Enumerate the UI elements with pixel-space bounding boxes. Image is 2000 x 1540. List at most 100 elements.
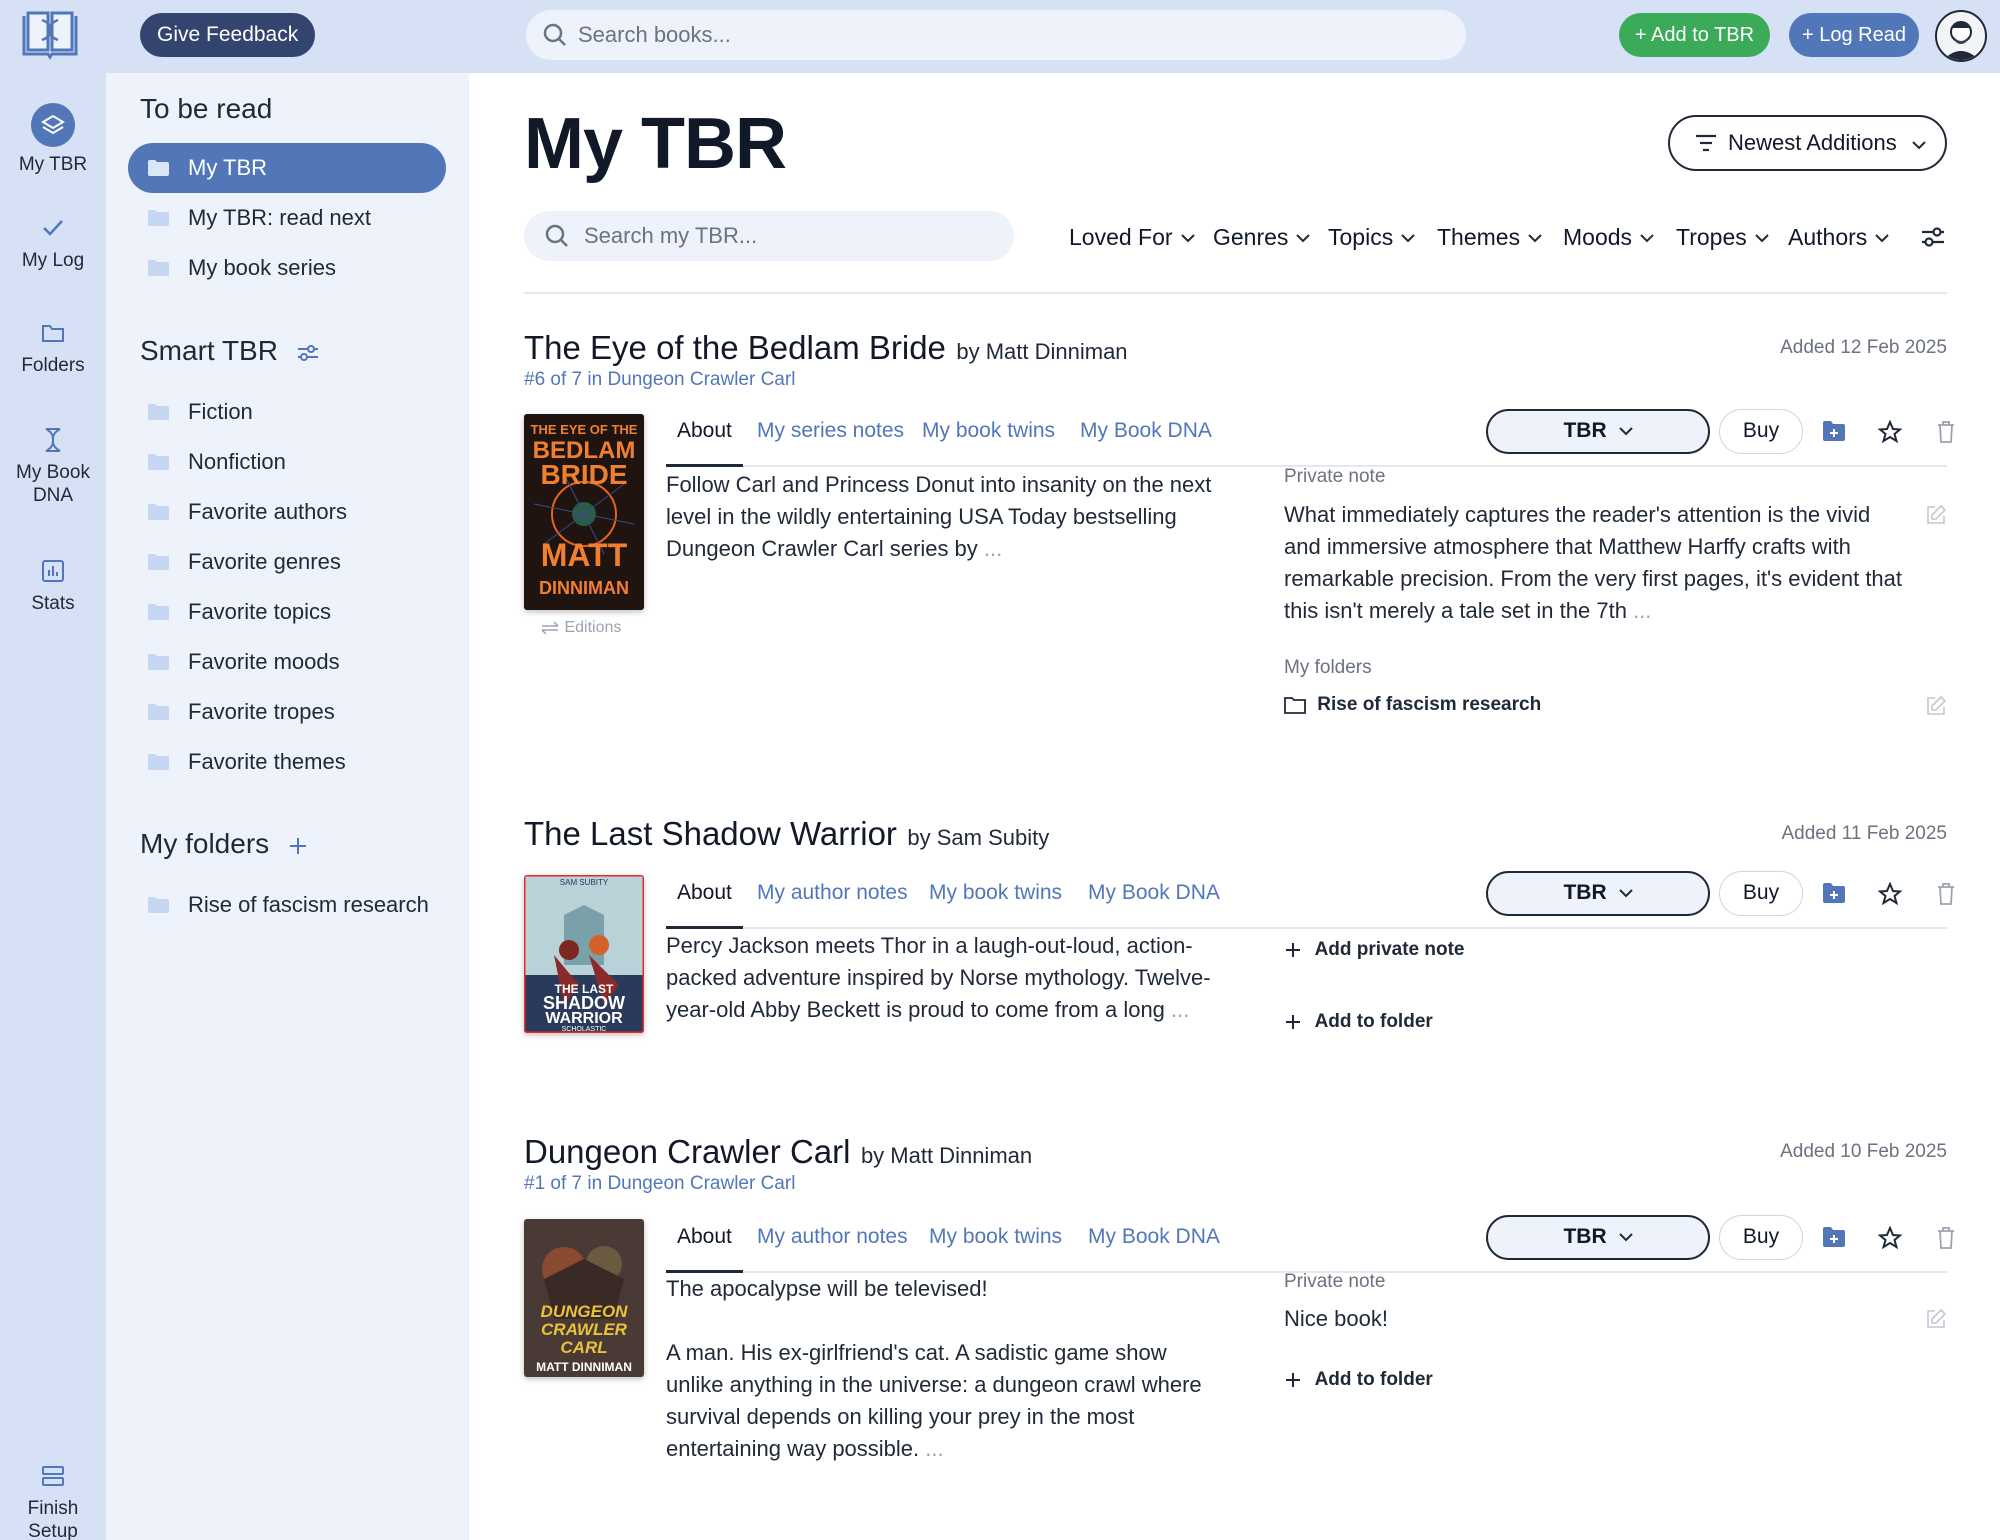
private-note: What immediately captures the reader's a… xyxy=(1284,499,1904,627)
tab-book-twins[interactable]: My book twins xyxy=(929,1215,1062,1259)
filter-themes[interactable]: Themes xyxy=(1437,217,1542,257)
sidebar-item-my-tbr[interactable]: My TBR xyxy=(128,143,446,193)
star-icon[interactable] xyxy=(1878,420,1902,444)
add-private-note-button[interactable]: Add private note xyxy=(1284,939,1464,961)
sidebar-item-read-next[interactable]: My TBR: read next xyxy=(128,193,446,243)
filter-settings-icon[interactable] xyxy=(1920,225,1946,249)
sidebar-item-favorite-tropes[interactable]: Favorite tropes xyxy=(128,687,446,737)
edit-note-icon[interactable] xyxy=(1925,504,1947,526)
add-folder-icon[interactable] xyxy=(1822,1226,1846,1248)
sidebar-item-favorite-genres[interactable]: Favorite genres xyxy=(128,537,446,587)
rail-item-my-tbr[interactable]: My TBR xyxy=(0,103,106,176)
book-series[interactable]: #6 of 7 in Dungeon Crawler Carl xyxy=(524,369,795,391)
trash-icon[interactable] xyxy=(1936,1226,1956,1250)
cover-art: DUNGEON CRAWLER CARL MATT DINNIMAN xyxy=(524,1219,644,1377)
sidebar-item-fascism-research[interactable]: Rise of fascism research xyxy=(128,880,446,930)
to-be-read-heading: To be read xyxy=(140,93,273,124)
tbr-status-dropdown[interactable]: TBR xyxy=(1486,409,1710,454)
avatar[interactable] xyxy=(1935,10,1987,62)
tab-author-notes[interactable]: My author notes xyxy=(757,1215,908,1259)
tab-book-dna[interactable]: My Book DNA xyxy=(1088,871,1220,915)
book-title[interactable]: Dungeon Crawler Carl xyxy=(524,1133,850,1170)
log-read-button[interactable]: + Log Read xyxy=(1789,13,1919,57)
star-icon[interactable] xyxy=(1878,882,1902,906)
rail-item-my-log[interactable]: My Log xyxy=(0,213,106,272)
book-cover[interactable]: THE EYE OF THE BEDLAM BRIDE MATT DINNIMA… xyxy=(524,414,644,610)
folder-chip[interactable]: Rise of fascism research xyxy=(1284,694,1541,716)
editions-link[interactable]: Editions xyxy=(540,619,621,637)
tab-book-dna[interactable]: My Book DNA xyxy=(1080,409,1212,453)
cover-text: MATT xyxy=(541,537,628,573)
add-to-folder-button[interactable]: Add to folder xyxy=(1284,1369,1433,1391)
add-to-folder-button[interactable]: Add to folder xyxy=(1284,1011,1433,1033)
book-title[interactable]: The Last Shadow Warrior xyxy=(524,815,897,852)
tab-author-notes[interactable]: My author notes xyxy=(757,871,908,915)
tbr-search-input[interactable]: Search my TBR... xyxy=(524,211,1014,261)
tab-book-twins[interactable]: My book twins xyxy=(922,409,1055,453)
edit-folders-icon[interactable] xyxy=(1925,695,1947,717)
filter-label: Moods xyxy=(1563,224,1633,250)
my-folders-heading: My folders xyxy=(140,828,309,860)
chevron-down-icon xyxy=(1618,889,1633,898)
edit-note-icon[interactable] xyxy=(1925,1308,1947,1330)
book-author[interactable]: by Sam Subity xyxy=(907,825,1049,850)
sidebar-item-favorite-themes[interactable]: Favorite themes xyxy=(128,737,446,787)
read-more-ellipsis[interactable]: ... xyxy=(984,536,1002,561)
book-cover[interactable]: DUNGEON CRAWLER CARL MATT DINNIMAN xyxy=(524,1219,644,1377)
rail-item-folders[interactable]: Folders xyxy=(0,318,106,377)
book-author[interactable]: by Matt Dinniman xyxy=(861,1143,1032,1168)
filter-authors[interactable]: Authors xyxy=(1788,217,1889,257)
plus-icon[interactable] xyxy=(287,835,309,857)
book-cover[interactable]: SAM SUBITY THE LAST SHADOW WARRIOR SCHOL… xyxy=(524,875,644,1033)
book-search-input[interactable]: Search books... xyxy=(526,10,1466,60)
tab-series-notes[interactable]: My series notes xyxy=(757,409,904,453)
sidebar-item-nonfiction[interactable]: Nonfiction xyxy=(128,437,446,487)
filter-topics[interactable]: Topics xyxy=(1328,217,1415,257)
tab-about[interactable]: About xyxy=(666,409,743,467)
rail-item-finish-setup[interactable]: Finish Setup xyxy=(0,1461,106,1540)
tbr-status-dropdown[interactable]: TBR xyxy=(1486,1215,1710,1260)
read-more-ellipsis[interactable]: ... xyxy=(1633,598,1651,623)
sidebar-item-favorite-moods[interactable]: Favorite moods xyxy=(128,637,446,687)
rail-item-book-dna[interactable]: My Book DNA xyxy=(0,425,106,507)
tbr-status-dropdown[interactable]: TBR xyxy=(1486,871,1710,916)
add-folder-icon[interactable] xyxy=(1822,420,1846,442)
filter-genres[interactable]: Genres xyxy=(1213,217,1311,257)
tab-about[interactable]: About xyxy=(666,871,743,929)
filter-moods[interactable]: Moods xyxy=(1563,217,1654,257)
filter-tropes[interactable]: Tropes xyxy=(1676,217,1769,257)
chevron-down-icon xyxy=(1401,234,1415,243)
sliders-icon[interactable] xyxy=(296,343,320,363)
book-title-line: The Eye of the Bedlam Bride by Matt Dinn… xyxy=(524,329,1128,367)
book-author[interactable]: by Matt Dinniman xyxy=(956,339,1127,364)
sidebar-item-favorite-authors[interactable]: Favorite authors xyxy=(128,487,446,537)
tab-book-twins[interactable]: My book twins xyxy=(929,871,1062,915)
sidebar-item-label: Favorite tropes xyxy=(188,699,335,724)
trash-icon[interactable] xyxy=(1936,420,1956,444)
book-title[interactable]: The Eye of the Bedlam Bride xyxy=(524,329,946,366)
tab-about[interactable]: About xyxy=(666,1215,743,1273)
rail-item-stats[interactable]: Stats xyxy=(0,556,106,615)
filter-loved-for[interactable]: Loved For xyxy=(1069,217,1195,257)
add-folder-icon[interactable] xyxy=(1822,882,1846,904)
tab-book-dna[interactable]: My Book DNA xyxy=(1088,1215,1220,1259)
sidebar-item-fiction[interactable]: Fiction xyxy=(128,387,446,437)
star-icon[interactable] xyxy=(1878,1226,1902,1250)
read-more-ellipsis[interactable]: ... xyxy=(925,1436,943,1461)
add-to-tbr-button[interactable]: + Add to TBR xyxy=(1619,13,1770,57)
book-series[interactable]: #1 of 7 in Dungeon Crawler Carl xyxy=(524,1173,795,1195)
folder-icon xyxy=(148,404,169,420)
book-logo-icon[interactable] xyxy=(20,10,80,60)
buy-button[interactable]: Buy xyxy=(1719,1215,1803,1260)
folder-icon xyxy=(148,654,169,670)
read-more-ellipsis[interactable]: ... xyxy=(1171,997,1189,1022)
sidebar-item-favorite-topics[interactable]: Favorite topics xyxy=(128,587,446,637)
buy-button[interactable]: Buy xyxy=(1719,871,1803,916)
cover-text: SCHOLASTIC xyxy=(562,1026,607,1033)
trash-icon[interactable] xyxy=(1936,882,1956,906)
give-feedback-button[interactable]: Give Feedback xyxy=(140,13,316,57)
buy-button[interactable]: Buy xyxy=(1719,409,1803,454)
sidebar-item-book-series[interactable]: My book series xyxy=(128,243,446,293)
sort-dropdown[interactable]: Newest Additions xyxy=(1668,115,1947,171)
sidebar-item-label: Nonfiction xyxy=(188,449,286,474)
